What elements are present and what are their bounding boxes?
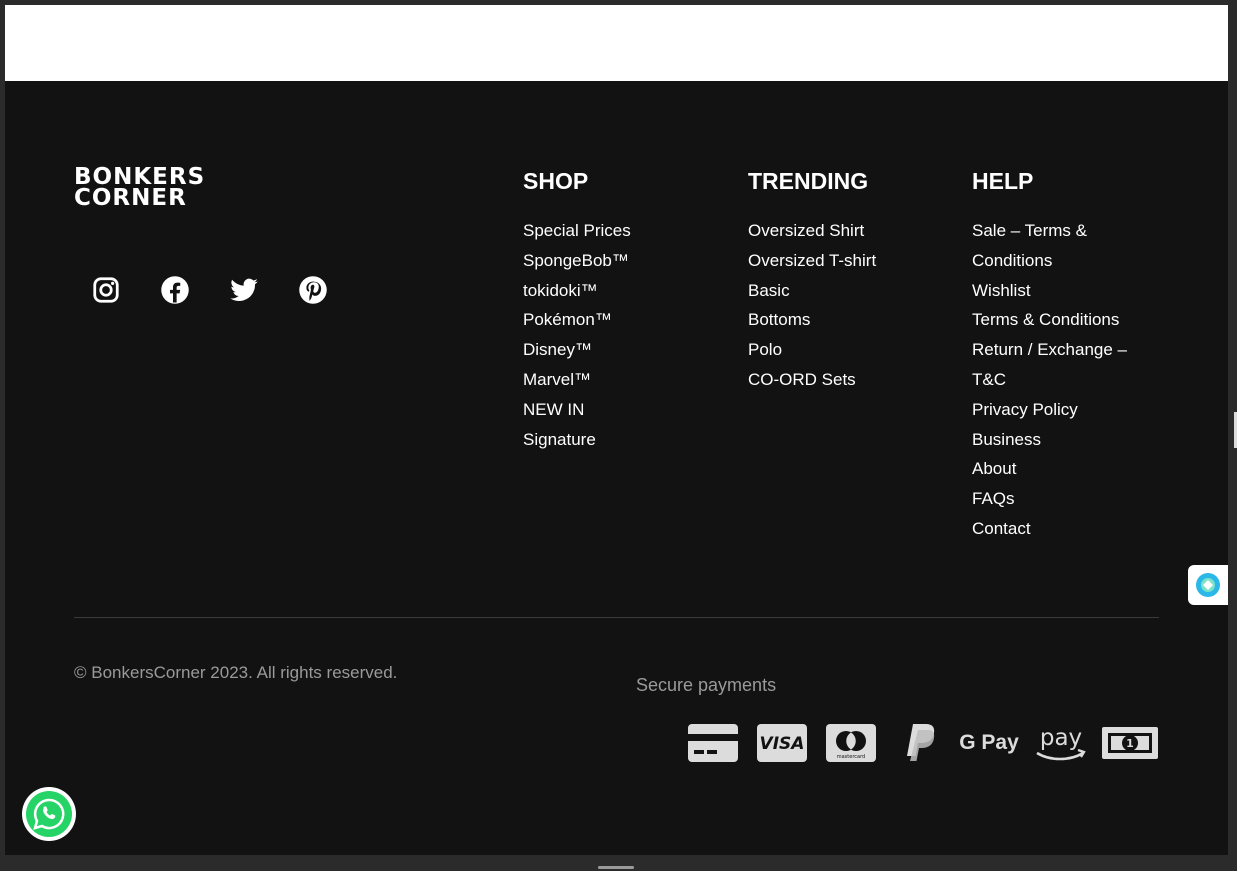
shop-link[interactable]: Disney™ [523,335,631,365]
shop-link[interactable]: Pokémon™ [523,305,631,335]
secure-payments-label: Secure payments [636,675,777,695]
twitter-icon[interactable] [227,273,261,307]
whatsapp-chat-button[interactable] [22,787,76,841]
help-link[interactable]: Conditions [972,246,1127,276]
help-link[interactable]: Privacy Policy [972,395,1127,425]
shop-link[interactable]: Marvel™ [523,365,631,395]
assistant-icon [1196,573,1220,597]
visa-icon: VISA [756,721,808,765]
help-link[interactable]: Terms & Conditions [972,305,1127,335]
trending-link[interactable]: CO-ORD Sets [748,365,876,395]
cash-text: 1 [1126,737,1134,750]
shop-column: SHOP Special Prices SpongeBob™ tokidoki™… [523,167,631,454]
trending-link[interactable]: Basic [748,276,876,306]
help-link[interactable]: Contact [972,514,1127,544]
shop-link[interactable]: tokidoki™ [523,276,631,306]
trending-link[interactable]: Polo [748,335,876,365]
card-icon [687,721,739,765]
visa-text: VISA [760,734,805,754]
shop-heading: SHOP [523,168,589,194]
copyright-text: © BonkersCorner 2023. All rights reserve… [74,663,398,682]
page-top-area [5,5,1228,81]
help-link[interactable]: Business [972,425,1127,455]
trending-heading: TRENDING [748,168,869,194]
google-pay-icon: G Pay [959,721,1019,765]
brand-line-2: CORNER [74,185,187,211]
site-footer: BONKERS CORNER SHOP Special Prices Spong… [5,81,1228,855]
help-column: HELP Sale – Terms & Conditions Wishlist … [972,167,1127,544]
shop-link[interactable]: Special Prices [523,216,631,246]
amazon-pay-icon: pay [1033,721,1089,765]
assistant-widget-button[interactable] [1188,565,1228,605]
trending-links: Oversized Shirt Oversized T-shirt Basic … [748,216,876,395]
trending-link[interactable]: Oversized Shirt [748,216,876,246]
help-link[interactable]: About [972,454,1127,484]
trending-link[interactable]: Oversized T-shirt [748,246,876,276]
trending-column: TRENDING Oversized Shirt Oversized T-shi… [748,167,876,395]
trending-link[interactable]: Bottoms [748,305,876,335]
amazon-pay-text: pay [1040,725,1082,751]
help-link[interactable]: Sale – Terms & [972,216,1127,246]
gpay-text: G Pay [959,731,1019,754]
help-link[interactable]: FAQs [972,484,1127,514]
instagram-icon[interactable] [89,273,123,307]
facebook-icon[interactable] [158,273,192,307]
help-heading: HELP [972,168,1034,194]
help-link[interactable]: Wishlist [972,276,1127,306]
mastercard-text: mastercard [837,754,865,760]
brand-logo[interactable]: BONKERS CORNER [74,166,205,211]
paypal-icon [901,721,941,765]
mastercard-icon: mastercard [825,721,877,765]
shop-link[interactable]: SpongeBob™ [523,246,631,276]
shop-link[interactable]: Signature [523,425,631,455]
shop-links: Special Prices SpongeBob™ tokidoki™ Poké… [523,216,631,454]
pinterest-icon[interactable] [296,273,330,307]
footer-divider [74,617,1159,618]
shop-link[interactable]: NEW IN [523,395,631,425]
help-link[interactable]: T&C [972,365,1127,395]
cash-icon: 1 [1101,721,1159,765]
bottom-drag-handle[interactable] [598,866,634,869]
help-link[interactable]: Return / Exchange – [972,335,1127,365]
help-links: Sale – Terms & Conditions Wishlist Terms… [972,216,1127,544]
whatsapp-icon [26,791,72,837]
